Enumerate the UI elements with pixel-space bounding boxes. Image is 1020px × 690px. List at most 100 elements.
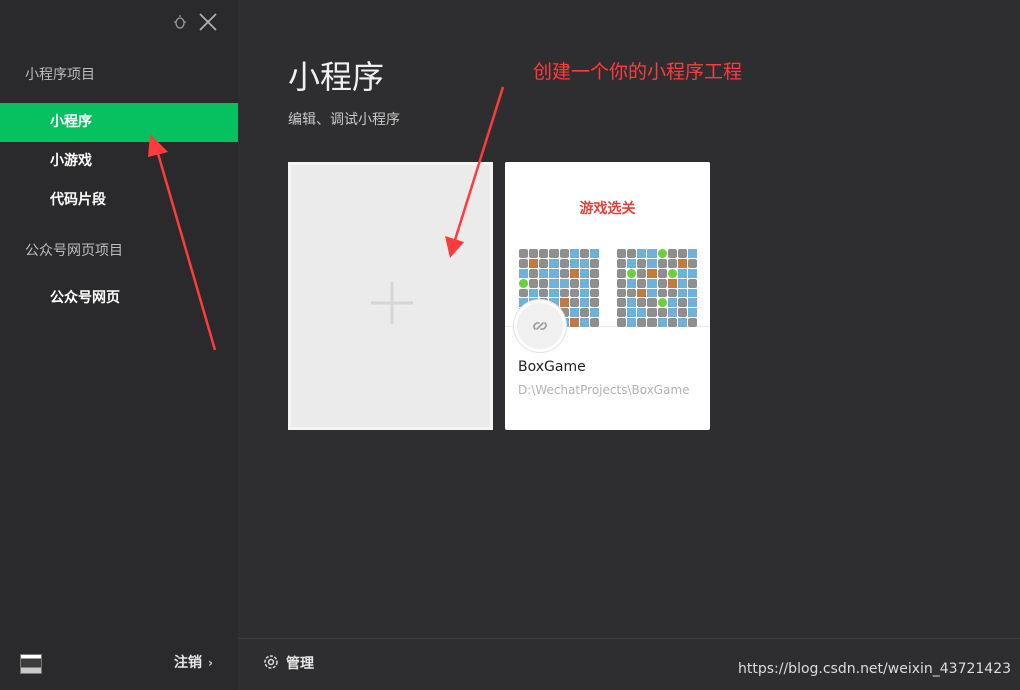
project-path: D:\WechatProjects\BoxGame <box>518 383 690 397</box>
level-tile <box>627 308 637 318</box>
level-tile <box>617 278 627 288</box>
level-tile <box>549 278 559 288</box>
level-tile <box>529 268 539 278</box>
level-tile <box>539 268 549 278</box>
level-tile <box>647 258 657 268</box>
level-tile <box>657 258 667 268</box>
level-tile <box>647 288 657 298</box>
level-tile <box>637 249 647 258</box>
manage-button[interactable]: 管理 <box>262 653 314 673</box>
level-tile <box>549 288 559 298</box>
annotation-text: 创建一个你的小程序工程 <box>533 61 743 83</box>
level-tile <box>569 258 579 268</box>
level-tile <box>667 258 677 268</box>
level-tile <box>589 318 599 327</box>
level-tile <box>569 308 579 318</box>
level-tile <box>637 298 647 308</box>
level-tile <box>589 249 599 258</box>
level-tile <box>579 278 589 288</box>
sidebar: 小程序项目 小程序 小游戏 代码片段 公众号网页项目 公众号网页 <box>0 0 238 690</box>
level-tile <box>637 288 647 298</box>
level-tile <box>569 268 579 278</box>
level-tile <box>617 249 627 258</box>
level-tile <box>667 318 677 327</box>
level-tile <box>569 288 579 298</box>
page-subtitle: 编辑、调试小程序 <box>288 112 400 128</box>
level-tile <box>559 249 569 258</box>
main-content: 小程序 编辑、调试小程序 游戏选关 BoxGame D:\WechatProje… <box>238 0 1020 638</box>
level-tile <box>677 249 687 258</box>
level-tile <box>617 318 627 327</box>
level-tile <box>627 249 637 258</box>
level-tile <box>589 258 599 268</box>
level-tile <box>627 258 637 268</box>
level-tile <box>657 268 667 278</box>
level-tile <box>687 298 697 308</box>
logout-button[interactable]: 注销 › <box>174 652 213 672</box>
avatar[interactable] <box>20 654 42 674</box>
new-project-card[interactable] <box>288 162 493 430</box>
level-tile <box>579 288 589 298</box>
level-tile <box>627 278 637 288</box>
level-tile <box>677 298 687 308</box>
level-tile <box>667 298 677 308</box>
section-label-miniprogram-projects: 小程序项目 <box>25 67 95 83</box>
miniprogram-badge <box>514 300 566 352</box>
level-tile <box>617 268 627 278</box>
level-tile <box>657 278 667 288</box>
level-tile <box>529 278 539 288</box>
level-tile <box>539 278 549 288</box>
level-tile <box>647 308 657 318</box>
logout-label: 注销 <box>174 655 202 671</box>
level-tile <box>687 249 697 258</box>
sidebar-item-official-account-webpage[interactable]: 公众号网页 <box>0 279 238 318</box>
level-tile <box>617 288 627 298</box>
level-tile <box>579 258 589 268</box>
level-tile <box>637 318 647 327</box>
level-tile <box>529 258 539 268</box>
level-tile <box>637 278 647 288</box>
level-tile <box>569 318 579 327</box>
level-tile <box>637 258 647 268</box>
level-tile <box>677 308 687 318</box>
level-tile <box>647 268 657 278</box>
gear-icon <box>264 655 278 669</box>
project-name: BoxGame <box>518 359 586 375</box>
project-card[interactable]: 游戏选关 BoxGame D:\WechatProjects\BoxGame <box>505 162 710 430</box>
level-tile <box>657 249 667 258</box>
watermark: https://blog.csdn.net/weixin_43721423 <box>738 661 1012 677</box>
manage-label: 管理 <box>286 656 314 672</box>
level-tile <box>569 249 579 258</box>
sidebar-item-miniprogram[interactable]: 小程序 <box>0 103 238 142</box>
level-tile <box>657 318 667 327</box>
level-tile <box>569 278 579 288</box>
level-tile <box>579 308 589 318</box>
sidebar-item-minigame[interactable]: 小游戏 <box>0 142 238 181</box>
level-tile <box>687 278 697 288</box>
level-tile <box>579 249 589 258</box>
close-icon[interactable] <box>198 12 218 32</box>
level-tile <box>589 308 599 318</box>
level-tile <box>579 268 589 278</box>
level-tile <box>559 258 569 268</box>
level-tile <box>559 298 569 308</box>
sidebar-item-code-snippet[interactable]: 代码片段 <box>0 181 238 220</box>
level-tile <box>617 308 627 318</box>
level-tile <box>647 249 657 258</box>
section-label-official-account-projects: 公众号网页项目 <box>25 243 123 259</box>
level-tile <box>677 268 687 278</box>
level-tile <box>637 268 647 278</box>
level-tile <box>667 249 677 258</box>
thumbnail-title: 游戏选关 <box>579 201 636 217</box>
level-tile <box>627 288 637 298</box>
level-tile <box>687 268 697 278</box>
bug-icon[interactable] <box>172 14 188 30</box>
level-tile <box>519 288 529 298</box>
level-tile <box>687 318 697 327</box>
level-tile <box>617 298 627 308</box>
level-tile <box>559 278 569 288</box>
level-tile <box>647 278 657 288</box>
level-tile <box>647 318 657 327</box>
level-tile <box>549 258 559 268</box>
level-tile <box>667 278 677 288</box>
